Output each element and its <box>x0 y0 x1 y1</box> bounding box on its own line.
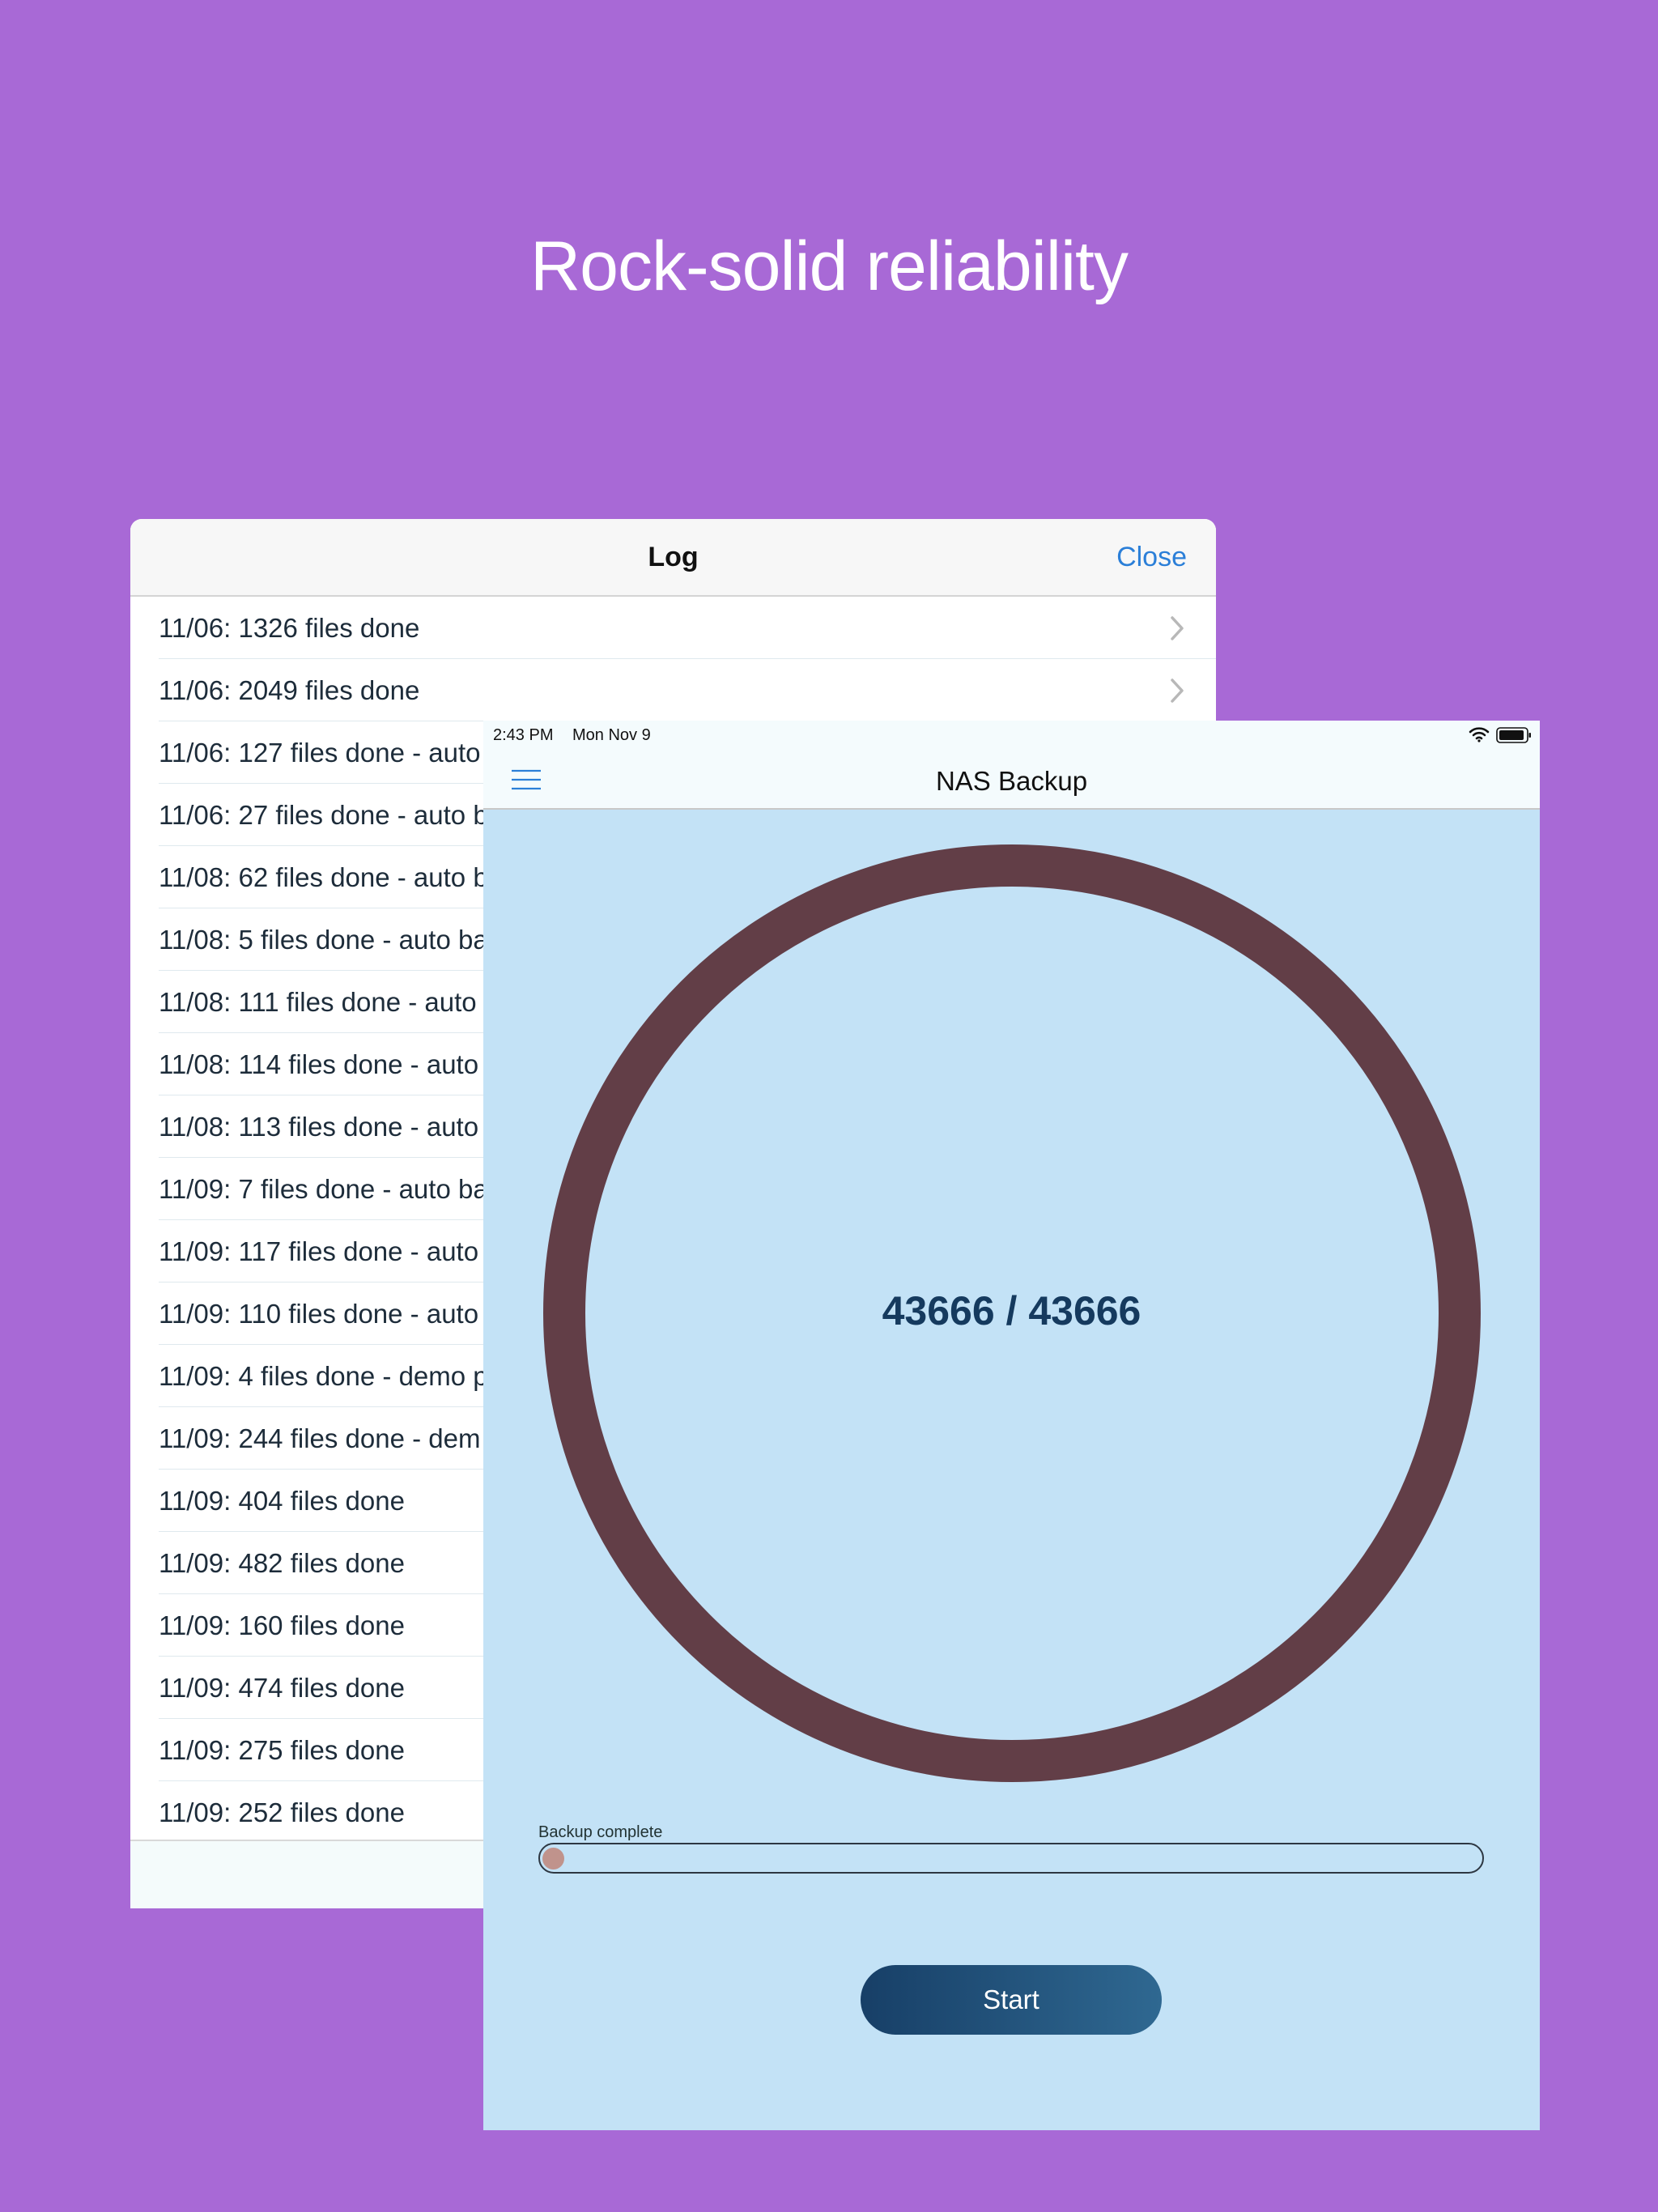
progress-indicator <box>542 1848 564 1870</box>
status-bar: 2:43 PM Mon Nov 9 <box>483 721 1540 751</box>
log-title: Log <box>648 542 699 572</box>
log-row-text: 11/09: 482 files done <box>159 1547 405 1578</box>
wifi-icon <box>1469 727 1490 742</box>
status-time: 2:43 PM <box>493 726 554 744</box>
log-row-text: 11/09: 275 files done <box>159 1734 405 1765</box>
log-row-text: 11/09: 110 files done - auto <box>159 1298 479 1329</box>
log-row-text: 11/06: 1326 files done <box>159 612 420 643</box>
log-row-text: 11/08: 62 files done - auto b <box>159 861 488 892</box>
start-button[interactable]: Start <box>861 1965 1162 2035</box>
progress-label: Backup complete <box>538 1823 663 1841</box>
nav-bar: NAS Backup <box>483 751 1540 810</box>
log-row-text: 11/09: 7 files done - auto ba <box>159 1173 488 1204</box>
log-row-text: 11/09: 252 files done <box>159 1797 405 1827</box>
log-row-text: 11/09: 404 files done <box>159 1485 405 1516</box>
chevron-right-icon <box>1171 616 1184 640</box>
log-row-text: 11/09: 474 files done <box>159 1672 405 1703</box>
log-row-text: 11/08: 111 files done - auto b <box>159 986 500 1017</box>
log-row-text: 11/06: 2049 files done <box>159 674 420 705</box>
nav-title: NAS Backup <box>935 766 1088 796</box>
progress-bar <box>538 1843 1484 1874</box>
log-row-text: 11/09: 4 files done - demo p <box>159 1360 488 1391</box>
log-row-text: 11/06: 127 files done - auto <box>159 737 481 768</box>
log-row[interactable]: 11/06: 1326 files done <box>130 597 1216 659</box>
headline: Rock-solid reliability <box>530 228 1129 305</box>
log-row-text: 11/08: 5 files done - auto ba <box>159 924 488 955</box>
log-row-text: 11/09: 117 files done - auto b <box>159 1236 501 1266</box>
battery-icon <box>1496 727 1531 743</box>
log-row[interactable]: 11/06: 2049 files done <box>130 659 1216 721</box>
log-row-text: 11/09: 244 files done - dem <box>159 1423 481 1453</box>
chevron-right-icon <box>1171 678 1184 703</box>
log-row-text: 11/09: 160 files done <box>159 1610 405 1640</box>
close-button[interactable]: Close <box>1116 542 1187 573</box>
log-row-text: 11/08: 113 files done - auto <box>159 1111 479 1142</box>
app-screen: 2:43 PM Mon Nov 9 NAS Backup 43666 / 436… <box>483 721 1540 2130</box>
log-header: Log Close <box>130 519 1216 597</box>
file-counter: 43666 / 43666 <box>882 1288 1141 1334</box>
log-row-text: 11/08: 114 files done - auto <box>159 1049 479 1079</box>
log-row-text: 11/06: 27 files done - auto b <box>159 799 488 830</box>
status-date: Mon Nov 9 <box>572 726 651 744</box>
